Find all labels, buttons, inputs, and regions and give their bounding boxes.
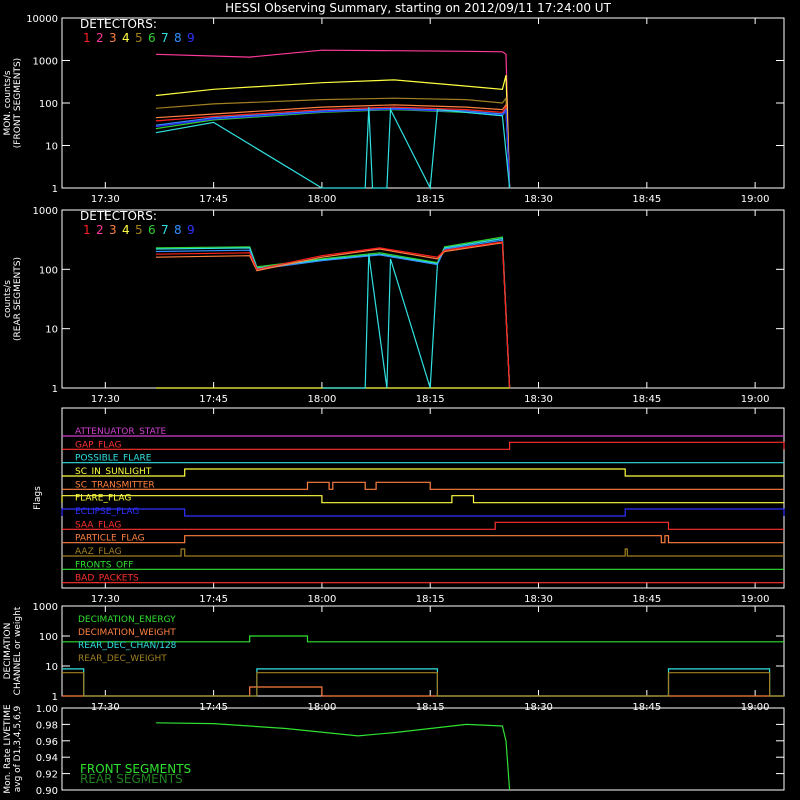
front-legend-item: 6 xyxy=(148,31,156,45)
front-series-line xyxy=(155,75,511,189)
decimation-series-line xyxy=(62,686,784,697)
rear-xtick-label: 19:00 xyxy=(741,394,770,405)
decimation-legend-item: DECIMATION_WEIGHT xyxy=(78,628,176,638)
front-legend-item: 4 xyxy=(122,31,130,45)
flags-xtick-label: 18:15 xyxy=(416,594,445,605)
front-legend-title: DETECTORS: xyxy=(80,17,157,31)
front-xtick-label: 17:30 xyxy=(91,194,120,205)
flag-line xyxy=(61,508,785,517)
front-xtick-label: 18:15 xyxy=(416,194,445,205)
rear-ylabel: counts/s xyxy=(3,280,13,318)
rear-series-line xyxy=(155,241,511,389)
rear-series-line xyxy=(155,239,511,389)
chart-title: HESSI Observing Summary, starting on 201… xyxy=(225,1,611,15)
rear-xtick-label: 18:30 xyxy=(524,394,553,405)
decimation-legend-item: DECIMATION_ENERGY xyxy=(78,615,176,625)
rear-legend-title: DETECTORS: xyxy=(80,209,157,223)
decimation-legend-item: REAR_DEC_WEIGHT xyxy=(78,654,167,664)
rear-ytick-label: 1 xyxy=(52,384,58,395)
rear-xtick-label: 17:45 xyxy=(199,394,228,405)
rear-ylabel2: (REAR SEGMENTS) xyxy=(13,257,23,341)
rear-legend-item: 1 xyxy=(83,223,91,237)
flags-xtick-label: 17:45 xyxy=(199,594,228,605)
rear-legend-item: 9 xyxy=(187,223,195,237)
front-xtick-label: 18:00 xyxy=(308,194,337,205)
rear-xtick-label: 18:45 xyxy=(632,394,661,405)
flags-ylabel: Flags xyxy=(33,486,43,510)
front-legend-item: 8 xyxy=(174,31,182,45)
front-ylabel: MON. counts/s xyxy=(3,70,13,135)
front-ylabel2: (FRONT SEGMENTS) xyxy=(13,58,23,148)
chart-canvas: HESSI Observing Summary, starting on 201… xyxy=(3,1,785,797)
decimation-series-line xyxy=(62,672,784,697)
decimation-ylabel2: CHANNEL or weight xyxy=(13,606,23,695)
front-frame xyxy=(61,17,785,189)
front-series-line xyxy=(155,108,511,189)
livetime-ytick-label: 0.98 xyxy=(36,720,58,731)
rear-ytick-label: 10 xyxy=(45,325,58,336)
livetime-series-line xyxy=(155,722,511,791)
front-legend-item: 1 xyxy=(83,31,91,45)
rear-legend-item: 3 xyxy=(109,223,117,237)
flags-xtick-label: 17:30 xyxy=(91,594,120,605)
rear-frame xyxy=(61,209,785,389)
front-legend-item: 7 xyxy=(161,31,169,45)
flag-line xyxy=(62,441,785,450)
flag-line xyxy=(62,535,784,544)
rear-series-line xyxy=(155,242,511,389)
front-legend-item: 3 xyxy=(109,31,117,45)
rear-legend-item: 4 xyxy=(122,223,130,237)
front-xtick-label: 18:45 xyxy=(632,194,661,205)
flags-xtick-label: 19:00 xyxy=(741,594,770,605)
livetime-legend-rear: REAR SEGMENTS xyxy=(80,772,183,786)
rear-legend-item: 6 xyxy=(148,223,156,237)
decimation-ytick-label: 1 xyxy=(52,692,58,703)
livetime-ytick-label: 0.90 xyxy=(36,786,58,797)
flags-xtick-label: 18:00 xyxy=(308,594,337,605)
livetime-ylabel: Mon. Rate LIVETIME xyxy=(3,704,13,794)
rear-ytick-label: 100 xyxy=(39,265,58,276)
rear-xtick-label: 17:30 xyxy=(91,394,120,405)
rear-legend-item: 7 xyxy=(161,223,169,237)
front-xtick-label: 18:30 xyxy=(524,194,553,205)
decimation-ytick-label: 100 xyxy=(39,632,58,643)
flags-xtick-label: 18:45 xyxy=(632,594,661,605)
rear-legend-item: 8 xyxy=(174,223,182,237)
front-ytick-label: 100 xyxy=(39,99,58,110)
front-ytick-label: 1 xyxy=(52,184,58,195)
front-ytick-label: 1000 xyxy=(33,57,58,68)
decimation-ytick-label: 10 xyxy=(45,662,58,673)
flag-line xyxy=(62,481,784,490)
front-legend-item: 9 xyxy=(187,31,195,45)
observing-summary: HESSI Observing Summary, starting on 201… xyxy=(0,0,800,800)
flag-line xyxy=(62,521,784,530)
front-legend-item: 2 xyxy=(96,31,104,45)
front-xtick-label: 17:45 xyxy=(199,194,228,205)
decimation-ylabel: DECIMATION xyxy=(3,623,13,680)
rear-xtick-label: 18:00 xyxy=(308,394,337,405)
flags-xtick-label: 18:30 xyxy=(524,594,553,605)
decimation-legend-item: REAR_DEC_CHAN/128 xyxy=(78,641,177,651)
rear-series-line xyxy=(322,254,438,389)
rear-legend-item: 2 xyxy=(96,223,104,237)
flag-line xyxy=(62,468,784,477)
front-legend-item: 5 xyxy=(135,31,143,45)
rear-legend-item: 5 xyxy=(135,223,143,237)
decimation-ytick-label: 1000 xyxy=(33,602,58,613)
livetime-ytick-label: 0.92 xyxy=(36,770,58,781)
rear-series-line xyxy=(155,237,511,389)
rear-xtick-label: 18:15 xyxy=(416,394,445,405)
front-ytick-label: 10000 xyxy=(26,14,58,25)
flag-line xyxy=(62,548,784,557)
flags-frame xyxy=(61,407,785,589)
flag-line xyxy=(61,495,784,504)
livetime-ytick-label: 0.96 xyxy=(36,737,58,748)
front-xtick-label: 19:00 xyxy=(741,194,770,205)
rear-ytick-label: 1000 xyxy=(33,206,58,217)
livetime-ytick-label: 0.94 xyxy=(36,753,58,764)
front-ytick-label: 10 xyxy=(45,142,58,153)
livetime-ytick-label: 1.00 xyxy=(36,704,58,715)
livetime-ylabel2: avg of D1,3,4,5,6,9 xyxy=(13,705,23,792)
